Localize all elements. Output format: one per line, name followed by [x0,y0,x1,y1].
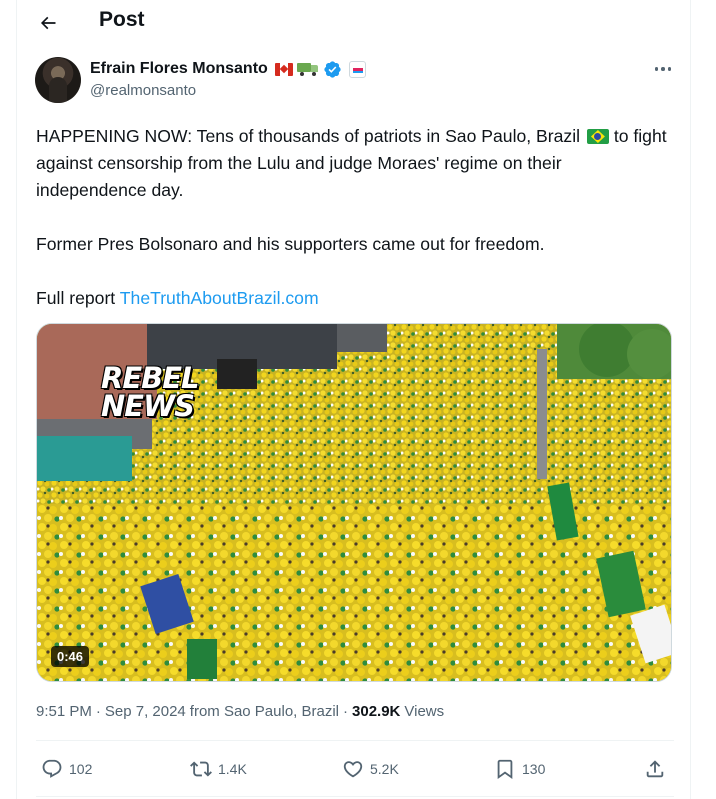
report-link[interactable]: TheTruthAboutBrazil.com [120,288,319,308]
like-button[interactable]: 5.2K [342,752,399,786]
post-date[interactable]: Sep 7, 2024 [105,703,186,720]
more-dot [667,67,672,71]
canada-flag-icon [274,62,293,76]
repost-icon [190,761,212,777]
back-button[interactable] [31,6,65,40]
more-options-button[interactable] [648,57,678,81]
views-count[interactable]: 302.9K [352,703,400,720]
truck-icon [296,62,319,76]
rebel-news-watermark: REBEL NEWS [101,361,200,423]
verified-badge-icon[interactable] [323,60,342,79]
affiliate-badge-icon[interactable] [348,60,366,78]
more-dot [661,67,665,71]
divider [36,796,674,797]
divider [36,740,674,741]
meta-separator: · [343,703,349,720]
post-paragraph-2: Former Pres Bolsonaro and his supporters… [36,234,545,254]
full-report-label: Full report [36,288,120,308]
arrow-left-icon [40,16,56,30]
author-display-name[interactable]: Efrain Flores Monsanto [90,60,268,78]
page-title: Post [99,8,145,31]
brazil-flag-icon [586,129,609,144]
post-paragraph-1: HAPPENING NOW: Tens of thousands of patr… [36,123,676,204]
reply-button[interactable]: 102 [41,752,92,786]
author-handle[interactable]: @realmonsanto [90,82,196,99]
post-paragraph-3: Full report TheTruthAboutBrazil.com [36,285,676,312]
post-location: from Sao Paulo, Brazil [189,703,340,720]
video-duration-badge: 0:46 [51,646,90,667]
repost-count: 1.4K [218,761,247,777]
post-text: HAPPENING NOW: Tens of thousands of patr… [36,123,676,312]
video-player[interactable]: REBEL NEWS 0:46 [36,323,672,682]
author-avatar[interactable] [35,57,81,103]
post-line-1: HAPPENING NOW: Tens of thousands of patr… [36,126,581,146]
more-dot [654,67,659,71]
action-bar: 102 1.4K 5.2K 130 [17,752,690,786]
page-header: Post [17,0,690,44]
post-time[interactable]: 9:51 PM [36,703,92,720]
bookmark-icon [497,759,513,780]
watermark-line-1: REBEL [101,361,200,395]
bookmark-count: 130 [522,761,546,777]
post-detail-view: Post Efrain Flores Monsanto @realmonsant… [16,0,691,799]
meta-separator: · [95,703,101,720]
bookmark-button[interactable]: 130 [494,752,545,786]
share-button[interactable] [644,752,666,786]
share-icon [646,760,664,778]
author-name-row: Efrain Flores Monsanto [90,58,366,80]
heart-icon [343,761,363,778]
views-label: Views [404,703,445,720]
reply-icon [42,759,62,778]
like-count: 5.2K [370,761,399,777]
watermark-line-2: NEWS [101,389,195,423]
reply-count: 102 [69,761,93,777]
post-metadata: 9:51 PM · Sep 7, 2024 from Sao Paulo, Br… [36,703,444,720]
repost-button[interactable]: 1.4K [190,752,247,786]
